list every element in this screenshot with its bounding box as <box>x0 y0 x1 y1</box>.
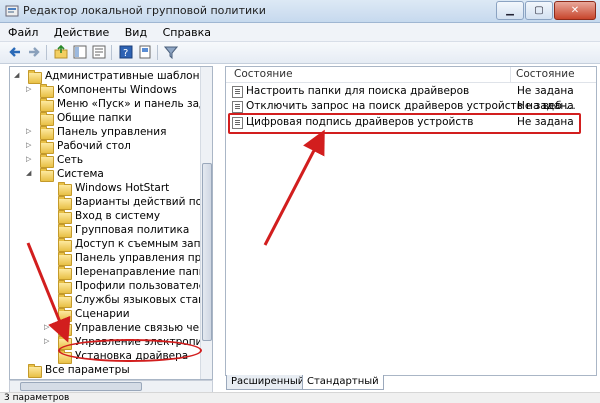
minimize-button[interactable]: ▁ <box>496 1 524 20</box>
policy-setting-icon <box>232 86 243 98</box>
show-hide-tree-icon[interactable] <box>73 45 87 59</box>
tree-item-label: Доступ к съемным запомина <box>75 238 212 250</box>
window-controls: ▁ ▢ ✕ <box>495 1 596 20</box>
toolbar-separator <box>111 45 112 60</box>
tree-item[interactable]: ▷ Рабочий стол <box>10 139 200 154</box>
expand-arrow-icon[interactable]: ▷ <box>26 156 33 163</box>
tree-item-label: Административные шаблоны <box>45 70 208 82</box>
policy-row[interactable]: Настроить папки для поиска драйверов Не … <box>226 84 596 98</box>
tree-item[interactable]: Меню «Пуск» и панель задач <box>10 97 212 112</box>
settings-folder-icon <box>28 364 42 378</box>
highlight-ellipse <box>58 339 202 362</box>
expand-arrow-icon[interactable]: ▷ <box>26 128 33 135</box>
status-bar: 3 параметров <box>0 392 600 403</box>
tree-item-label: Общие папки <box>57 112 132 124</box>
scroll-thumb[interactable] <box>20 382 142 391</box>
close-button[interactable]: ✕ <box>554 1 596 20</box>
collapse-arrow-icon[interactable]: ◢ <box>26 170 33 177</box>
tree-item-label: Система <box>57 168 104 180</box>
tree-item-label: Перенаправление папки <box>75 266 212 278</box>
export-list-icon[interactable] <box>138 45 152 59</box>
maximize-button[interactable]: ▢ <box>525 1 553 20</box>
toolbar: ? <box>0 42 600 64</box>
tree-item-label: Панель управления произво, <box>75 252 212 264</box>
group-policy-app-icon <box>5 4 19 18</box>
scroll-thumb[interactable] <box>202 163 212 341</box>
policy-state: Не задана <box>517 85 574 97</box>
tree-item[interactable]: Все параметры <box>10 363 200 378</box>
close-icon: ✕ <box>570 5 580 16</box>
up-folder-icon[interactable] <box>54 44 68 59</box>
tree-item[interactable]: Вход в систему <box>10 209 200 224</box>
tree-item-label: Рабочий стол <box>57 140 131 152</box>
tree-item-label: Компоненты Windows <box>57 84 177 96</box>
expand-arrow-icon[interactable]: ▷ <box>44 324 51 331</box>
highlight-rectangle <box>228 113 581 134</box>
tree-item-label: Меню «Пуск» и панель задач <box>57 98 213 110</box>
tree-item-label: Профили пользователей <box>75 280 213 292</box>
menu-action[interactable]: Действие <box>54 26 109 39</box>
column-separator[interactable] <box>510 67 511 82</box>
tree-item[interactable]: ◢ Административные шаблоны <box>10 69 208 84</box>
tree-item[interactable]: Общие папки <box>10 111 200 126</box>
expand-arrow-icon[interactable]: ▷ <box>44 338 51 345</box>
column-header-name[interactable]: Состояние <box>234 68 293 80</box>
tree-item-label: Сценарии <box>75 308 130 320</box>
tree-item-label: Варианты действий после на <box>75 196 212 208</box>
tree-vertical-scrollbar[interactable] <box>200 67 212 379</box>
tree-item-label: Панель управления <box>57 126 167 138</box>
tree-item[interactable]: Панель управления произво, <box>10 251 212 266</box>
policy-setting-icon <box>232 101 243 113</box>
tree-item[interactable]: ▷ Панель управления <box>10 125 200 140</box>
column-header: Состояние Состояние <box>226 67 596 83</box>
tree-item-label: Службы языковых стандарто <box>75 294 212 306</box>
tab-extended[interactable]: Расширенный <box>226 375 310 390</box>
tree-item-label: Групповая политика <box>75 224 190 236</box>
minimize-icon: ▁ <box>506 5 514 16</box>
tree-item-label: Сеть <box>57 154 84 166</box>
policy-tree[interactable]: ◢ Административные шаблоны ▷ Компоненты Win… <box>9 66 213 380</box>
tree-item[interactable]: Доступ к съемным запомина <box>10 237 212 252</box>
tree-item-label: Управление связью через Ин <box>75 322 212 334</box>
policy-state: Не задана <box>517 100 574 112</box>
tree-item[interactable]: ▷ Компоненты Windows <box>10 83 200 98</box>
tree-item[interactable]: Варианты действий после на <box>10 195 212 210</box>
forward-icon[interactable] <box>27 45 41 59</box>
tree-item[interactable]: ◢ Система <box>10 167 200 182</box>
tree-item[interactable]: Профили пользователей <box>10 279 212 294</box>
tree-item-label: Windows HotStart <box>75 182 170 194</box>
tree-item[interactable]: Групповая политика <box>10 223 200 238</box>
tree-item-label: Вход в систему <box>75 210 161 222</box>
policy-row[interactable]: Отключить запрос на поиск драйверов устр… <box>226 99 596 113</box>
menu-file[interactable]: Файл <box>8 26 38 39</box>
tree-item[interactable]: ▷ Сеть <box>10 153 200 168</box>
tree-item[interactable]: Службы языковых стандарто <box>10 293 212 308</box>
maximize-icon: ▢ <box>534 5 544 16</box>
policy-name: Настроить папки для поиска драйверов <box>246 85 470 97</box>
svg-text:?: ? <box>123 48 128 59</box>
tree-item[interactable]: Windows HotStart <box>10 181 200 196</box>
tree-item[interactable]: ▷ Управление связью через Ин <box>10 321 212 336</box>
title-bar: Редактор локальной групповой политики ▁ … <box>0 0 600 23</box>
help-icon[interactable]: ? <box>119 45 133 59</box>
tab-standard[interactable]: Стандартный <box>302 375 384 390</box>
menu-help[interactable]: Справка <box>163 26 211 39</box>
back-icon[interactable] <box>8 45 22 59</box>
menu-view[interactable]: Вид <box>125 26 147 39</box>
tree-item[interactable]: Сценарии <box>10 307 200 322</box>
filter-icon[interactable] <box>163 45 179 60</box>
tree-item[interactable]: Перенаправление папки <box>10 265 212 280</box>
toolbar-separator <box>46 45 47 60</box>
window-title: Редактор локальной групповой политики <box>23 4 266 17</box>
toolbar-separator <box>157 45 158 60</box>
expand-arrow-icon[interactable]: ▷ <box>26 86 33 93</box>
expand-arrow-icon[interactable]: ▷ <box>26 142 33 149</box>
column-header-state[interactable]: Состояние <box>516 68 575 80</box>
properties-icon[interactable] <box>92 45 106 59</box>
collapse-arrow-icon[interactable]: ◢ <box>14 72 21 79</box>
menu-bar: Файл Действие Вид Справка <box>0 23 600 42</box>
tree-item-label: Все параметры <box>45 364 130 376</box>
